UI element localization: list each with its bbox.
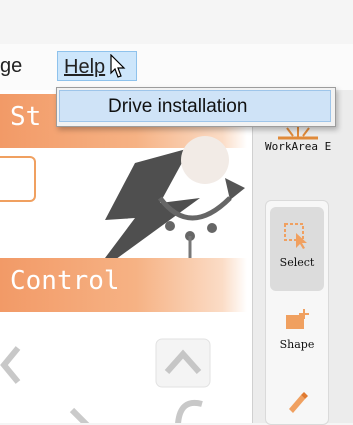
pen-icon — [289, 392, 308, 413]
right-tool-panel: WorkArea E Select Shape — [252, 90, 353, 425]
menu-bar: ge Help — [0, 44, 353, 90]
help-dropdown-menu: Drive installation — [56, 87, 336, 127]
status-bar-title: St — [10, 102, 42, 132]
menu-item-drive-installation[interactable]: Drive installation — [59, 90, 331, 122]
arrow-up-icon[interactable] — [155, 338, 211, 388]
logo-graphic-icon — [90, 136, 245, 278]
rotate-icon[interactable] — [170, 396, 210, 423]
pen-tool-button[interactable] — [270, 383, 324, 423]
select-cursor-icon — [284, 223, 307, 249]
shape-tool-button[interactable]: Shape — [270, 301, 324, 371]
left-content-area: St Control — [0, 90, 252, 423]
menu-help-label: Help — [64, 56, 106, 78]
menu-item-partial[interactable]: ge — [0, 51, 22, 81]
select-tool-label: Select — [279, 256, 315, 269]
arrow-left-icon[interactable] — [0, 340, 30, 390]
select-tool-button[interactable]: Select — [270, 207, 324, 291]
workarea-label[interactable]: WorkArea E — [265, 140, 353, 170]
mouse-cursor-icon — [110, 54, 126, 78]
menu-item-drive-installation-label: Drive installation — [108, 96, 248, 117]
shape-tool-label: Shape — [279, 338, 315, 351]
shape-icon — [286, 309, 309, 329]
arrow-down-icon[interactable] — [60, 400, 116, 423]
status-input[interactable] — [0, 156, 36, 202]
control-bar: Control — [0, 258, 247, 312]
tool-column: Select Shape — [265, 200, 329, 425]
control-bar-title: Control — [10, 266, 120, 296]
